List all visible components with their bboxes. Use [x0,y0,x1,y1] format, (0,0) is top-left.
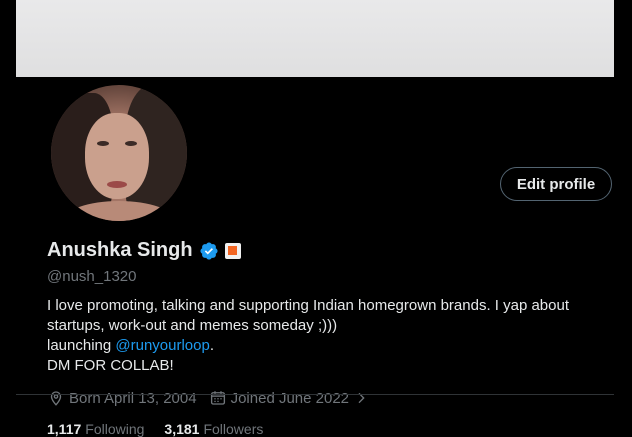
birthdate-text: Born April 13, 2004 [69,389,197,407]
profile-meta: Born April 13, 2004 Joined June 2022 [47,389,381,407]
avatar-image [51,85,187,221]
following-count: 1,117 [47,421,82,437]
join-date-text: Joined June 2022 [230,389,350,407]
birthdate: Born April 13, 2004 [47,389,197,407]
mention-link[interactable]: @runyourloop [115,337,209,354]
avatar[interactable] [47,81,191,225]
bio-line: startups, work-out and memes someday ;))… [47,317,338,334]
bio-line: DM FOR COLLAB! [47,357,174,374]
edit-profile-button[interactable]: Edit profile [500,167,612,201]
followers-label: Followers [203,421,264,437]
profile-banner[interactable] [16,0,614,77]
chevron-right-icon [358,392,365,404]
following-label: Following [85,421,145,437]
follow-stats: 1,117 Following 3,181 Followers [47,421,283,437]
handle: @nush_1320 [47,268,137,285]
location-pin-icon [50,391,62,406]
followers-count: 3,181 [164,421,200,437]
join-date[interactable]: Joined June 2022 [209,389,369,407]
bio-line-launching: launching @runyourloop. [47,336,617,356]
bio-text: launching [47,337,116,354]
calendar-icon [210,391,225,405]
bio-line: I love promoting, talking and supporting… [47,297,569,314]
bio-text: . [209,337,215,354]
display-name: Anushka Singh [47,239,193,261]
bio: I love promoting, talking and supporting… [47,296,617,376]
followers-link[interactable]: 3,181 Followers [164,421,263,437]
right-rail [616,0,632,395]
verified-icon[interactable] [199,241,219,261]
left-rail [0,0,16,395]
affiliate-badge-icon[interactable] [224,242,241,259]
profile-header: Edit profile Anushka Singh @nush_1320 I … [16,77,617,437]
following-link[interactable]: 1,117 Following [47,421,144,437]
name-row: Anushka Singh [47,239,241,262]
